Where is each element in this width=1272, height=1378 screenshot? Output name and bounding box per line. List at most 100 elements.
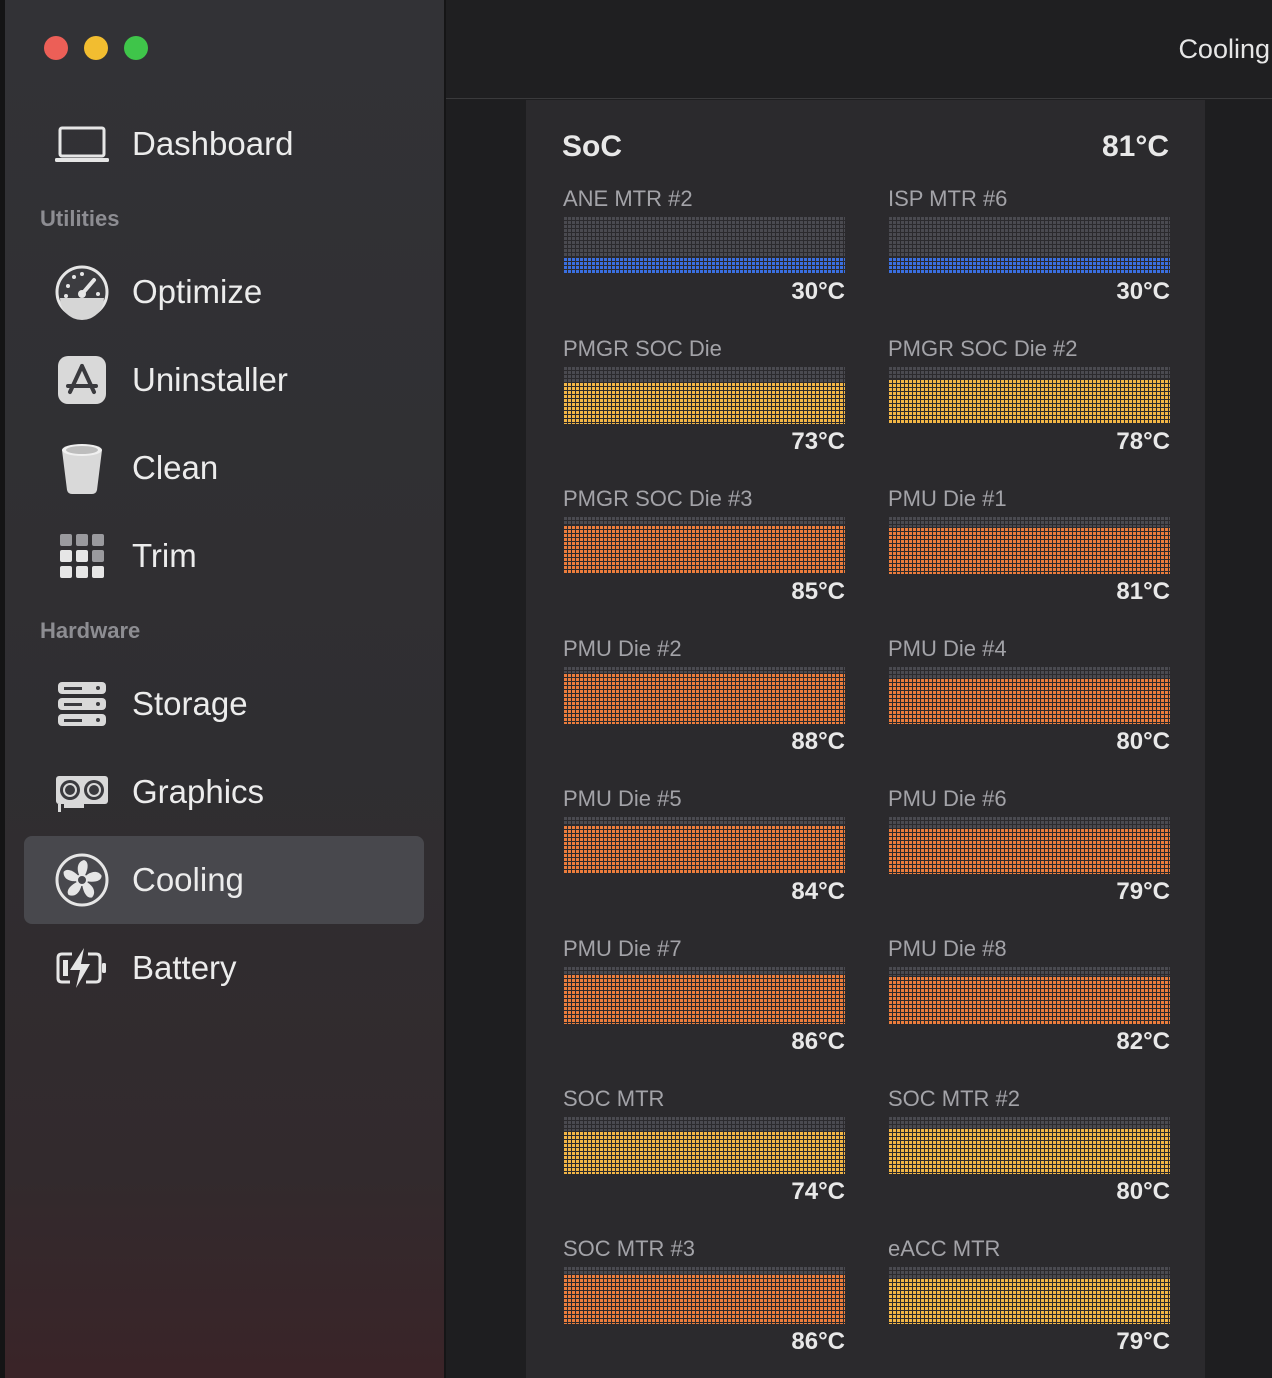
- sensor-level-bar: [888, 666, 1170, 724]
- section-label-utilities: Utilities: [40, 206, 120, 231]
- sensor-level-bar: [888, 966, 1170, 1024]
- sensor-tile: SOC MTR #2 80°C: [888, 1086, 1170, 1216]
- sensor-temperature: 88°C: [791, 728, 845, 755]
- sensor-tile: PMU Die #4 80°C: [888, 636, 1170, 766]
- sensor-tile: SOC MTR #3 86°C: [563, 1236, 845, 1366]
- sidebar-item-label: Uninstaller: [132, 361, 288, 398]
- sidebar-item-graphics[interactable]: Graphics: [24, 748, 424, 836]
- title-bar: Cooling: [446, 0, 1272, 99]
- sensor-name: PMU Die #6: [888, 786, 1007, 811]
- speedometer-icon: [55, 265, 109, 320]
- sensor-temperature: 74°C: [791, 1178, 845, 1205]
- sensor-name: PMU Die #7: [563, 936, 682, 961]
- sensor-level-bar: [888, 1116, 1170, 1174]
- section-label-hardware: Hardware: [40, 618, 141, 643]
- minimize-window-button[interactable]: [84, 36, 108, 60]
- sensor-name: PMGR SOC Die #3: [563, 486, 753, 511]
- sidebar-item-trim[interactable]: Trim: [24, 512, 424, 600]
- sensor-level-bar: [888, 816, 1170, 874]
- sensor-bar-fill: [888, 1127, 1170, 1174]
- sidebar: Dashboard Utilities Optimize Uninstaller…: [0, 0, 446, 1378]
- sensor-name: SOC MTR #2: [888, 1086, 1021, 1111]
- soc-panel: SoC 81°C ANE MTR #2 30°C ISP MTR #6 30°C PMG…: [526, 100, 1205, 1378]
- sensor-tile: PMU Die #7 86°C: [563, 936, 845, 1066]
- fan-icon: [55, 853, 109, 907]
- sensor-bar-fill: [888, 378, 1170, 424]
- sensor-tile: PMGR SOC Die #2 78°C: [888, 336, 1170, 466]
- sensor-level-bar: [563, 366, 845, 424]
- grid-icon: [60, 534, 104, 578]
- sidebar-item-label: Graphics: [132, 773, 265, 810]
- sensor-temperature: 81°C: [1116, 578, 1170, 605]
- sensor-level-bar: [563, 1116, 845, 1174]
- sensor-name: PMU Die #2: [563, 636, 682, 661]
- panel-temperature: 81°C: [1101, 130, 1169, 163]
- sensor-bar-fill: [563, 256, 845, 274]
- sensor-tile: PMU Die #1 81°C: [888, 486, 1170, 616]
- window-edge: [0, 0, 5, 1378]
- sensor-tile: PMU Die #6 79°C: [888, 786, 1170, 916]
- sidebar-item-cooling[interactable]: Cooling: [24, 836, 424, 924]
- sidebar-item-label: Battery: [132, 949, 237, 986]
- sidebar-item-storage[interactable]: Storage: [24, 660, 424, 748]
- sensor-level-bar: [563, 216, 845, 274]
- sensor-name: PMU Die #1: [888, 486, 1007, 511]
- sensor-bar-fill: [563, 672, 845, 724]
- sensor-name: eACC MTR: [888, 1236, 1001, 1261]
- sensor-bar-fill: [888, 527, 1170, 574]
- sidebar-item-uninstaller[interactable]: Uninstaller: [24, 336, 424, 424]
- sensor-bar-fill: [563, 825, 845, 874]
- sensor-bar-fill: [563, 1131, 845, 1174]
- sensor-tile: PMU Die #8 82°C: [888, 936, 1170, 1066]
- sidebar-item-battery[interactable]: Battery: [24, 924, 424, 1012]
- sensor-temperature: 82°C: [1116, 1028, 1170, 1055]
- sensor-tile: PMGR SOC Die 73°C: [563, 336, 845, 466]
- sensor-level-bar: [563, 816, 845, 874]
- sensor-name: SOC MTR: [563, 1086, 665, 1111]
- graphics-card-icon: [56, 776, 108, 812]
- sensor-name: PMGR SOC Die #2: [888, 336, 1078, 361]
- server-icon: [58, 682, 106, 726]
- sensor-temperature: 30°C: [1116, 278, 1170, 305]
- sensor-temperature: 85°C: [791, 578, 845, 605]
- sensor-level-bar: [563, 516, 845, 574]
- sensor-bar-fill: [563, 974, 845, 1024]
- sidebar-item-optimize[interactable]: Optimize: [24, 248, 424, 336]
- sensor-temperature: 80°C: [1116, 728, 1170, 755]
- sensor-tile: PMU Die #5 84°C: [563, 786, 845, 916]
- sensor-temperature: 86°C: [791, 1328, 845, 1355]
- sidebar-item-label: Optimize: [132, 273, 263, 310]
- sensor-temperature: 84°C: [791, 878, 845, 905]
- sensor-level-bar: [888, 216, 1170, 274]
- trash-bin-icon: [62, 444, 102, 494]
- sidebar-item-clean[interactable]: Clean: [24, 424, 424, 512]
- sensor-temperature: 78°C: [1116, 428, 1170, 455]
- sensor-temperature: 86°C: [791, 1028, 845, 1055]
- sensor-name: ISP MTR #6: [888, 186, 1008, 211]
- sensor-level-bar: [563, 1266, 845, 1324]
- sensor-name: PMGR SOC Die: [563, 336, 722, 361]
- sensor-temperature: 30°C: [791, 278, 845, 305]
- sensor-temperature: 80°C: [1116, 1178, 1170, 1205]
- sensor-level-bar: [563, 966, 845, 1024]
- sensor-level-bar: [888, 366, 1170, 424]
- sensor-level-bar: [888, 516, 1170, 574]
- laptop-icon: [55, 126, 109, 162]
- close-window-button[interactable]: [44, 36, 68, 60]
- sensor-level-bar: [888, 1266, 1170, 1324]
- sensor-name: PMU Die #8: [888, 936, 1007, 961]
- zoom-window-button[interactable]: [124, 36, 148, 60]
- sensor-tile: PMU Die #2 88°C: [563, 636, 845, 766]
- sensor-bar-fill: [888, 256, 1170, 274]
- sidebar-item-label: Cooling: [132, 861, 244, 898]
- sensor-temperature: 73°C: [791, 428, 845, 455]
- sensor-tile: ISP MTR #6 30°C: [888, 186, 1170, 316]
- sensor-bar-fill: [563, 524, 845, 574]
- sidebar-item-dashboard[interactable]: Dashboard: [24, 100, 424, 188]
- sensor-level-bar: [563, 666, 845, 724]
- main-content: SoC 81°C ANE MTR #2 30°C ISP MTR #6 30°C PMG…: [446, 100, 1272, 1378]
- sensor-bar-fill: [563, 1274, 845, 1324]
- sensor-bar-fill: [888, 976, 1170, 1024]
- sidebar-item-label: Trim: [132, 537, 197, 574]
- sensor-temperature: 79°C: [1116, 1328, 1170, 1355]
